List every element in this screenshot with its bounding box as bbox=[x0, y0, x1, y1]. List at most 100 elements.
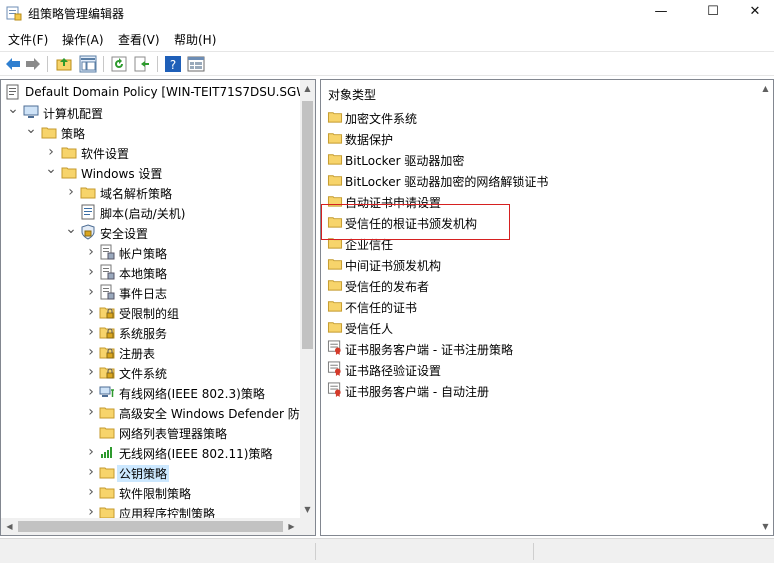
scroll-thumb[interactable] bbox=[302, 101, 313, 349]
details-pane[interactable]: 对象类型 加密文件系统数据保护 BitLocker 驱动器加密 BitLocker … bbox=[320, 79, 774, 536]
tree-node[interactable]: › 事件日志 bbox=[1, 282, 300, 302]
back-icon[interactable] bbox=[4, 55, 22, 73]
folder-icon bbox=[327, 175, 343, 186]
object-type-label: 受信任人 bbox=[345, 322, 394, 336]
up-folder-icon[interactable] bbox=[55, 55, 73, 73]
scroll-left-arrow-icon[interactable]: ◀ bbox=[1, 518, 18, 535]
collapse-chevron-icon[interactable]: ⌄ bbox=[45, 162, 57, 179]
collapse-chevron-icon[interactable]: ⌄ bbox=[65, 222, 77, 239]
scroll-down-arrow-icon[interactable]: ▼ bbox=[300, 501, 315, 518]
tree-node-label: 系统服务 bbox=[119, 327, 168, 341]
object-type-item[interactable]: BitLocker 驱动器加密 bbox=[327, 149, 747, 169]
tree-node[interactable]: › 软件设置 bbox=[1, 142, 300, 162]
object-type-item[interactable]: 不信任的证书 bbox=[327, 296, 747, 316]
help-icon[interactable]: ? bbox=[164, 55, 182, 73]
tree-horizontal-scrollbar[interactable]: ◀ ▶ bbox=[1, 518, 300, 535]
refresh-icon[interactable] bbox=[110, 55, 128, 73]
scroll-down-arrow-icon[interactable]: ▼ bbox=[758, 518, 773, 535]
tree-node-label: 计算机配置 bbox=[43, 107, 104, 121]
tree-node[interactable]: ⌄ Windows 设置 bbox=[1, 162, 300, 182]
expand-chevron-icon[interactable]: › bbox=[85, 265, 97, 279]
folder-icon bbox=[327, 259, 343, 270]
scroll-right-arrow-icon[interactable]: ▶ bbox=[283, 518, 300, 535]
expand-chevron-icon[interactable]: › bbox=[85, 285, 97, 299]
tree-node[interactable]: › 注册表 bbox=[1, 342, 300, 362]
tree-node[interactable]: › 域名解析策略 bbox=[1, 182, 300, 202]
close-button[interactable]: ✕ bbox=[736, 0, 774, 26]
certificate-policy-icon bbox=[327, 361, 341, 376]
tree-node[interactable]: ⌄ 计算机配置 bbox=[1, 102, 300, 122]
expand-chevron-icon[interactable]: › bbox=[85, 345, 97, 359]
column-header-object-type[interactable]: 对象类型 bbox=[328, 86, 376, 103]
folder-icon bbox=[327, 133, 343, 144]
menu-action[interactable]: 操作(A) bbox=[62, 31, 104, 48]
expand-chevron-icon[interactable]: › bbox=[85, 365, 97, 379]
details-vertical-scrollbar[interactable]: ▲ ▼ bbox=[758, 80, 773, 535]
tree-node-label: 域名解析策略 bbox=[100, 187, 173, 201]
locked-folder-icon bbox=[99, 307, 115, 319]
tree-node[interactable]: › 帐户策略 bbox=[1, 242, 300, 262]
toolbar-separator bbox=[103, 56, 104, 72]
minimize-button[interactable]: — bbox=[638, 0, 684, 26]
tree-vertical-scrollbar[interactable]: ▲ ▼ bbox=[300, 80, 315, 518]
expand-chevron-icon[interactable]: › bbox=[85, 405, 97, 419]
expand-chevron-icon[interactable]: › bbox=[85, 465, 97, 479]
scroll-up-arrow-icon[interactable]: ▲ bbox=[300, 80, 315, 97]
policy-doc-icon bbox=[100, 284, 115, 300]
tree-node[interactable]: › 无线网络(IEEE 802.11)策略 bbox=[1, 442, 300, 462]
annotation-highlight-box bbox=[321, 204, 510, 240]
menu-view[interactable]: 查看(V) bbox=[118, 31, 160, 48]
menu-bar: 文件(F) 操作(A) 查看(V) 帮助(H) bbox=[0, 28, 774, 50]
tree-node[interactable]: › 系统服务 bbox=[1, 322, 300, 342]
tree-node[interactable]: › 高级安全 Windows Defender 防 bbox=[1, 402, 300, 422]
scroll-up-arrow-icon[interactable]: ▲ bbox=[758, 80, 773, 97]
object-type-item[interactable]: BitLocker 驱动器加密的网络解锁证书 bbox=[327, 170, 747, 190]
collapse-chevron-icon[interactable]: ⌄ bbox=[7, 102, 19, 119]
expand-chevron-icon[interactable]: › bbox=[85, 325, 97, 339]
tree-node[interactable]: ⌄ 安全设置 bbox=[1, 222, 300, 242]
tree-node-label: 策略 bbox=[61, 127, 86, 141]
object-type-item[interactable]: 受信任人 bbox=[327, 317, 747, 337]
tree-node[interactable]: › 受限制的组 bbox=[1, 302, 300, 322]
object-type-item[interactable]: 证书服务客户端 - 证书注册策略 bbox=[327, 338, 747, 358]
tree-node[interactable]: › 本地策略 bbox=[1, 262, 300, 282]
forward-icon[interactable] bbox=[24, 55, 42, 73]
console-tree-pane[interactable]: Default Domain Policy [WIN-TEIT71S7DSU.S… bbox=[0, 79, 316, 536]
menu-help[interactable]: 帮助(H) bbox=[174, 31, 216, 48]
tree-node[interactable]: › 软件限制策略 bbox=[1, 482, 300, 502]
expand-chevron-icon[interactable]: › bbox=[45, 145, 57, 159]
object-type-item[interactable]: 证书服务客户端 - 自动注册 bbox=[327, 380, 747, 400]
collapse-chevron-icon[interactable]: ⌄ bbox=[25, 122, 37, 139]
expand-chevron-icon[interactable]: › bbox=[85, 485, 97, 499]
tree-node[interactable]: 脚本(启动/关机) bbox=[1, 202, 300, 222]
expand-chevron-icon[interactable]: › bbox=[65, 185, 77, 199]
tree-node-label: 网络列表管理器策略 bbox=[119, 427, 228, 441]
tree-node[interactable]: › 公钥策略 bbox=[1, 462, 300, 482]
folder-icon bbox=[99, 467, 115, 479]
tree-node-label: Windows 设置 bbox=[81, 167, 163, 181]
wireless-icon bbox=[101, 447, 112, 458]
tree-node-label: 文件系统 bbox=[119, 367, 168, 381]
object-type-item[interactable]: 加密文件系统 bbox=[327, 107, 747, 127]
object-type-item[interactable]: 数据保护 bbox=[327, 128, 747, 148]
object-type-item[interactable]: 中间证书颁发机构 bbox=[327, 254, 747, 274]
tree-node[interactable]: 网络列表管理器策略 bbox=[1, 422, 300, 442]
expand-chevron-icon[interactable]: › bbox=[85, 305, 97, 319]
menu-file[interactable]: 文件(F) bbox=[8, 31, 48, 48]
expand-chevron-icon[interactable]: › bbox=[85, 385, 97, 399]
tree-node[interactable]: › 文件系统 bbox=[1, 362, 300, 382]
export-icon[interactable] bbox=[133, 55, 151, 73]
properties-icon[interactable] bbox=[187, 55, 205, 73]
tree-node[interactable]: ⌄ 策略 bbox=[1, 122, 300, 142]
expand-chevron-icon[interactable]: › bbox=[85, 445, 97, 459]
tree-node[interactable]: Default Domain Policy [WIN-TEIT71S7DSU.S… bbox=[1, 82, 308, 102]
expand-chevron-icon[interactable]: › bbox=[85, 505, 97, 519]
show-hide-tree-icon[interactable] bbox=[79, 55, 97, 73]
maximize-button[interactable]: ☐ bbox=[690, 0, 736, 26]
expand-chevron-icon[interactable]: › bbox=[85, 245, 97, 259]
scroll-thumb[interactable] bbox=[18, 521, 283, 532]
tree-node[interactable]: › 有线网络(IEEE 802.3)策略 bbox=[1, 382, 300, 402]
object-type-label: 加密文件系统 bbox=[345, 112, 418, 126]
object-type-item[interactable]: 受信任的发布者 bbox=[327, 275, 747, 295]
object-type-item[interactable]: 证书路径验证设置 bbox=[327, 359, 747, 379]
